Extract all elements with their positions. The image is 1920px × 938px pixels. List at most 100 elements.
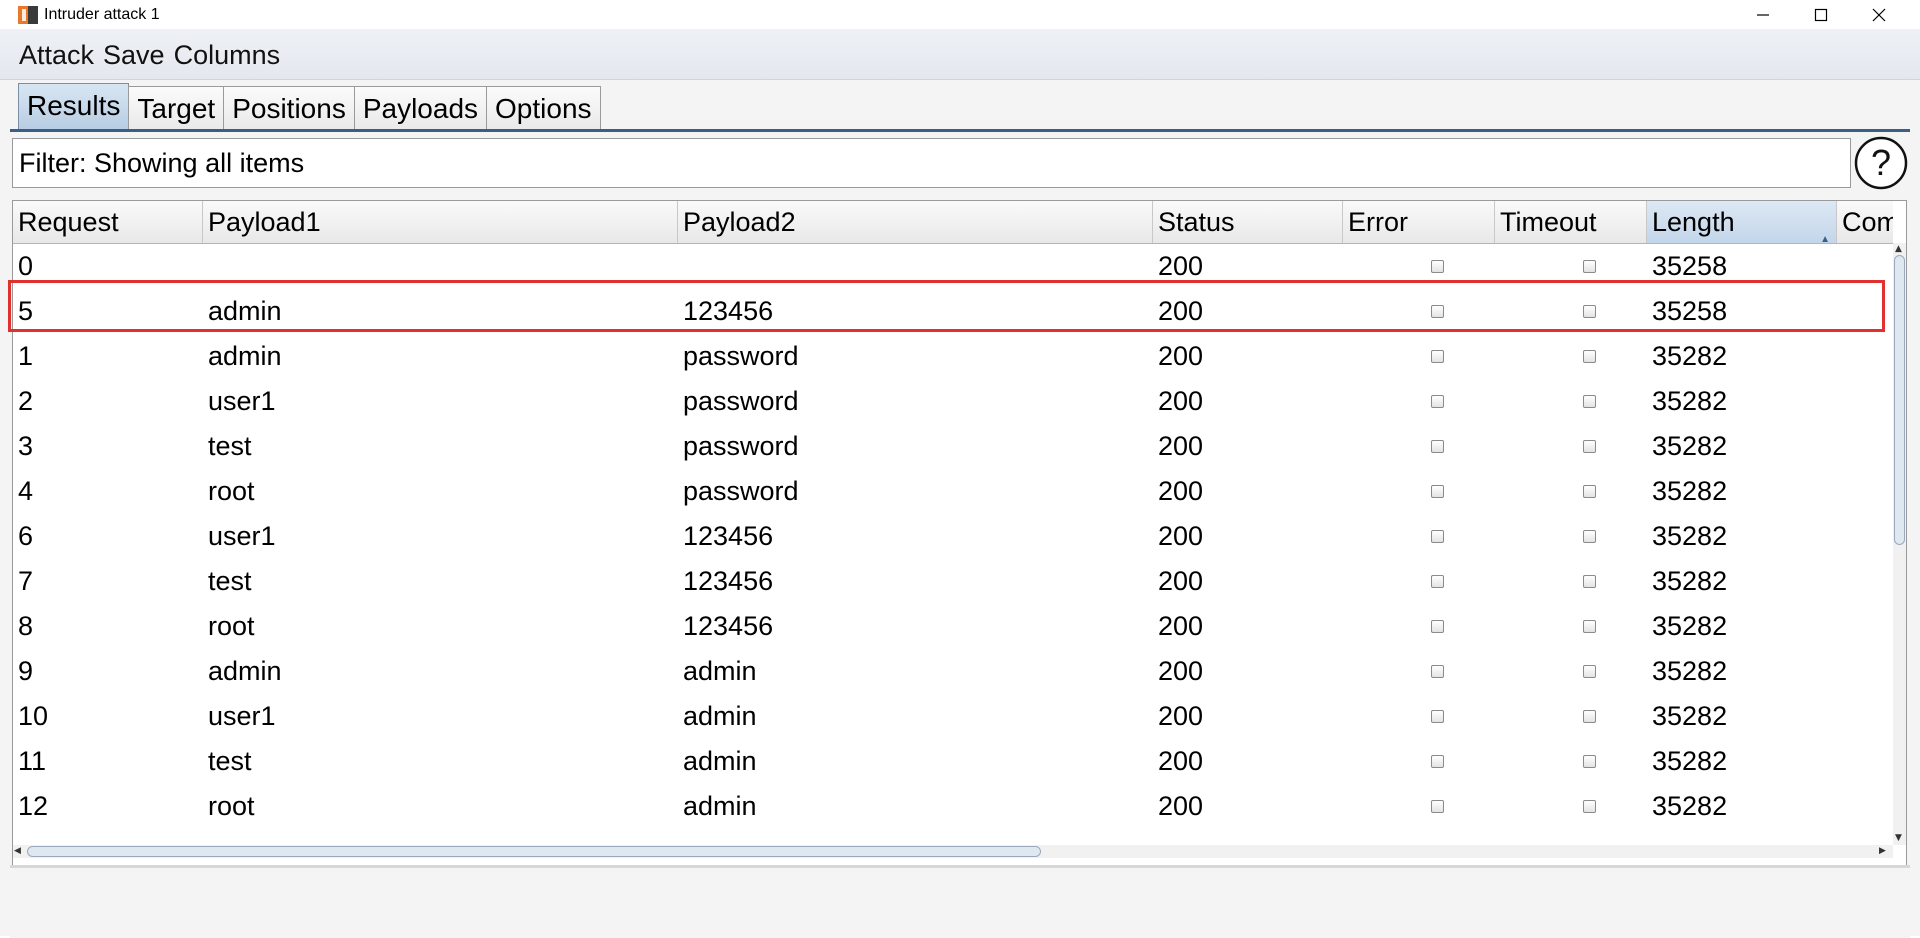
cell-length: 35282 (1652, 431, 1728, 461)
col-timeout[interactable]: Timeout (1495, 201, 1647, 243)
table-row[interactable]: 2 user1 password 200 35282 (13, 379, 1893, 424)
cell-payload1: user1 (208, 521, 276, 551)
menu-attack[interactable]: Attack (19, 39, 94, 71)
col-status[interactable]: Status (1153, 201, 1343, 243)
close-icon (1872, 8, 1886, 21)
table-row[interactable]: 4 root password 200 35282 (13, 469, 1893, 514)
cell-length: 35282 (1652, 566, 1728, 596)
timeout-checkbox (1583, 485, 1596, 498)
error-checkbox (1431, 305, 1444, 318)
cell-status: 200 (1158, 296, 1204, 326)
table-row[interactable]: 12 root admin 200 35282 (13, 784, 1893, 829)
cell-request: 7 (18, 566, 34, 596)
close-button[interactable] (1850, 0, 1908, 29)
cell-payload2: 123456 (683, 566, 774, 596)
col-payload1[interactable]: Payload1 (203, 201, 678, 243)
cell-payload2: 123456 (683, 611, 774, 641)
help-button[interactable]: ? (1853, 135, 1909, 191)
error-checkbox (1431, 575, 1444, 588)
cell-payload2: 123456 (683, 521, 774, 551)
cell-request: 1 (18, 341, 34, 371)
tab-positions[interactable]: Positions (223, 86, 355, 130)
cell-payload2: password (683, 386, 799, 416)
window-title: Intruder attack 1 (44, 6, 160, 23)
cell-length: 35282 (1652, 611, 1728, 641)
error-checkbox (1431, 755, 1444, 768)
cell-request: 2 (18, 386, 34, 416)
table-row[interactable]: 3 test password 200 35282 (13, 424, 1893, 469)
timeout-checkbox (1583, 620, 1596, 633)
timeout-checkbox (1583, 755, 1596, 768)
cell-status: 200 (1158, 251, 1204, 281)
cell-status: 200 (1158, 611, 1204, 641)
error-checkbox (1431, 260, 1444, 273)
table-row[interactable]: 1 admin password 200 35282 (13, 334, 1893, 379)
col-request[interactable]: Request (13, 201, 203, 243)
cell-payload1: admin (208, 656, 282, 686)
tab-strip: Results Target Positions Payloads Option… (18, 83, 601, 130)
error-checkbox (1431, 710, 1444, 723)
table-row[interactable]: 8 root 123456 200 35282 (13, 604, 1893, 649)
menu-save[interactable]: Save (103, 39, 165, 71)
svg-text:?: ? (1871, 142, 1891, 183)
tab-target[interactable]: Target (128, 86, 225, 130)
maximize-button[interactable] (1792, 0, 1850, 29)
cell-length: 35282 (1652, 791, 1728, 821)
table-row[interactable]: 0 200 35258 (13, 244, 1893, 289)
table-row[interactable]: 6 user1 123456 200 35282 (13, 514, 1893, 559)
error-checkbox (1431, 620, 1444, 633)
timeout-checkbox (1583, 665, 1596, 678)
scroll-left-icon[interactable]: ◀ (14, 845, 21, 858)
cell-payload1 (203, 244, 208, 289)
cell-status: 200 (1158, 746, 1204, 776)
col-length[interactable]: Length ▲ (1647, 201, 1837, 243)
tab-payloads[interactable]: Payloads (353, 86, 488, 130)
cell-payload1: admin (208, 341, 282, 371)
error-checkbox (1431, 665, 1444, 678)
col-error[interactable]: Error (1343, 201, 1495, 243)
cell-request: 3 (18, 431, 34, 461)
filter-bar[interactable]: Filter: Showing all items (12, 138, 1851, 188)
cell-status: 200 (1158, 791, 1204, 821)
menu-columns[interactable]: Columns (174, 39, 281, 71)
table-row[interactable]: 5 admin 123456 200 35258 (13, 289, 1893, 334)
tab-results[interactable]: Results (18, 83, 130, 130)
scroll-right-icon[interactable]: ▶ (1879, 845, 1886, 858)
cell-length: 35282 (1652, 746, 1728, 776)
filter-label: Filter: Showing all items (19, 148, 305, 178)
cell-length: 35258 (1652, 251, 1728, 281)
horizontal-scrollbar[interactable]: ◀ ▶ (13, 845, 1893, 858)
col-payload2[interactable]: Payload2 (678, 201, 1153, 243)
minimize-button[interactable] (1734, 0, 1792, 29)
sort-ascending-icon: ▲ (1820, 234, 1830, 243)
cell-status: 200 (1158, 566, 1204, 596)
cell-request: 4 (18, 476, 34, 506)
cell-status: 200 (1158, 701, 1204, 731)
cell-payload2: 123456 (683, 296, 774, 326)
cell-request: 10 (18, 701, 49, 731)
cell-payload2: password (683, 431, 799, 461)
maximize-icon (1814, 8, 1828, 21)
cell-payload2: password (683, 341, 799, 371)
table-row[interactable]: 11 test admin 200 35282 (13, 739, 1893, 784)
main-panel: Results Target Positions Payloads Option… (0, 80, 1920, 938)
table-row[interactable]: 10 user1 admin 200 35282 (13, 694, 1893, 739)
cell-payload1: root (208, 791, 255, 821)
scroll-down-icon[interactable]: ▼ (1895, 832, 1902, 845)
vertical-scrollbar[interactable]: ▲ ▼ (1893, 243, 1906, 845)
cell-payload1: admin (208, 296, 282, 326)
cell-payload2: admin (683, 791, 757, 821)
cell-payload1: user1 (208, 386, 276, 416)
horizontal-scroll-thumb[interactable] (27, 846, 1041, 857)
col-comment[interactable]: Com (1837, 201, 1893, 243)
table-row[interactable]: 9 admin admin 200 35282 (13, 649, 1893, 694)
cell-payload2: admin (683, 746, 757, 776)
table-row[interactable]: 7 test 123456 200 35282 (13, 559, 1893, 604)
col-length-label: Length (1652, 207, 1735, 237)
tab-options[interactable]: Options (486, 86, 601, 130)
cell-payload1: test (208, 431, 252, 461)
timeout-checkbox (1583, 575, 1596, 588)
vertical-scroll-thumb[interactable] (1894, 255, 1905, 545)
error-checkbox (1431, 485, 1444, 498)
cell-request: 9 (18, 656, 34, 686)
